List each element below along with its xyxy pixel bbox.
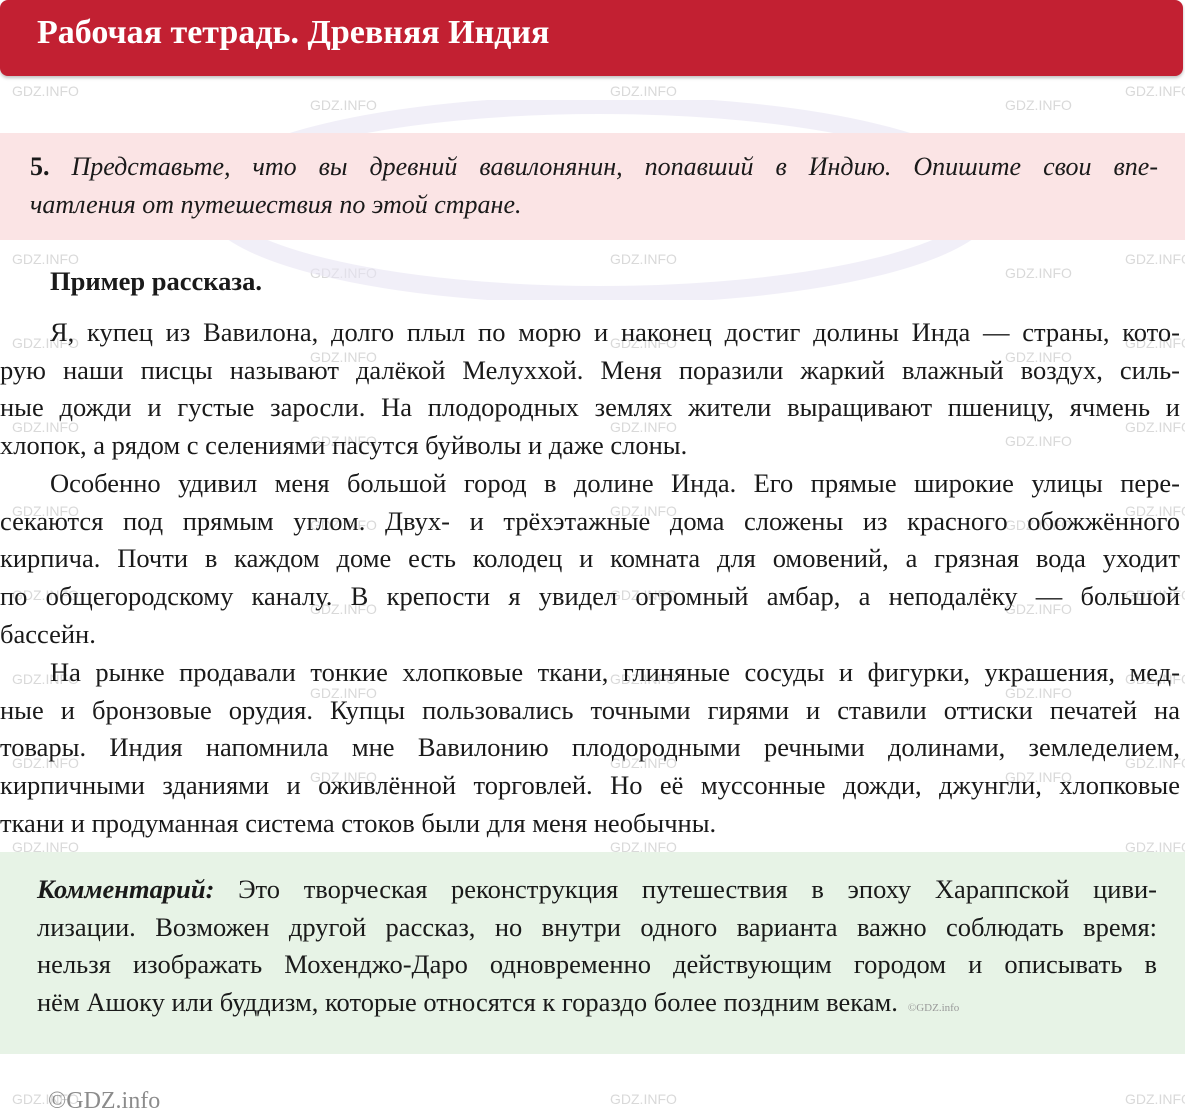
story-line: секаются под прямым углом. Двух- и трёхэ…: [0, 505, 1180, 536]
example-title: Пример рассказа.: [50, 266, 262, 296]
watermark-text: GDZ.INFO: [1125, 1091, 1185, 1107]
watermark-text: GDZ.INFO: [1125, 83, 1185, 99]
story-line: рую наши писцы называют далёкой Мелуххой…: [0, 354, 1180, 385]
story-line: На рынке продавали тонкие хлопковые ткан…: [50, 657, 1180, 687]
comment-line: нельзя изображать Мохенджо-Даро одноврем…: [37, 949, 1157, 980]
task-text: 5. Представьте, что вы древний вавилонян…: [30, 148, 1158, 223]
story-line: ные и бронзовые орудия. Купцы пользовали…: [0, 694, 1180, 725]
watermark-text: GDZ.INFO: [610, 1091, 677, 1107]
comment-line-text: Это творческая реконструкция путешествия…: [238, 874, 1158, 904]
comment-line: нём Ашоку или буддизм, которые относятся…: [37, 983, 1157, 1021]
story-line: хлопок, а рядом с селениями пасутся буйв…: [0, 430, 688, 461]
story-line: ные дожди и густые заросли. На плодородн…: [0, 392, 1180, 423]
task-line-text: Представьте, что вы древний вавилонянин,…: [71, 152, 1159, 181]
story-line: кирпичными зданиями и оживлённой торговл…: [0, 770, 1180, 801]
watermark-text: GDZ.INFO: [610, 251, 677, 267]
task-number: 5.: [30, 152, 50, 181]
story-line: кирпича. Почти в каждом доме есть колоде…: [0, 543, 1180, 574]
story-paragraph: Особенно удивил меня большой город в дол…: [0, 465, 1185, 653]
story-line: Особенно удивил меня большой город в дол…: [50, 468, 1180, 498]
comment-label: Комментарий:: [37, 874, 215, 904]
task-line: чатления от путешествия по этой стране.: [30, 189, 522, 219]
story-line: по общегородскому каналу. В крепости я у…: [0, 581, 1180, 612]
page-header: Рабочая тетрадь. Древняя Индия: [0, 0, 1183, 76]
watermark-text: GDZ.INFO: [12, 83, 79, 99]
watermark-text: GDZ.INFO: [310, 265, 377, 281]
story-line: Я, купец из Вавилона, долго плыл по морю…: [50, 317, 1180, 347]
page-title: Рабочая тетрадь. Древняя Индия: [37, 14, 550, 51]
story-line: товары. Индия напомнила мне Вавилонию пл…: [0, 732, 1180, 763]
story-line: ткани и продуманная система стоков были …: [0, 807, 717, 838]
watermark-text: GDZ.INFO: [1005, 265, 1072, 281]
story-paragraph: На рынке продавали тонкие хлопковые ткан…: [0, 654, 1185, 842]
comment-line: Комментарий: Это творческая реконструкци…: [37, 870, 1157, 908]
watermark-text: GDZ.INFO: [1005, 97, 1072, 113]
task-line: 5. Представьте, что вы древний вавилонян…: [30, 148, 1158, 186]
comment-line-text: нём Ашоку или буддизм, которые относятся…: [37, 987, 898, 1018]
watermark-text: GDZ.INFO: [610, 83, 677, 99]
story-paragraph: Я, купец из Вавилона, долго плыл по морю…: [0, 314, 1185, 465]
watermark-text: GDZ.INFO: [1125, 251, 1185, 267]
watermark-text: GDZ.INFO: [310, 97, 377, 113]
footer-copyright: ©GDZ.info: [48, 1088, 161, 1114]
story-line: бассейн.: [0, 618, 96, 649]
watermark-text: GDZ.INFO: [12, 251, 79, 267]
comment-watermark: ©GDZ.info: [907, 1002, 960, 1015]
comment-text: Комментарий: Это творческая реконструкци…: [37, 870, 1157, 1021]
comment-line: лизации. Возможен другой рассказ, но вну…: [37, 911, 1157, 942]
